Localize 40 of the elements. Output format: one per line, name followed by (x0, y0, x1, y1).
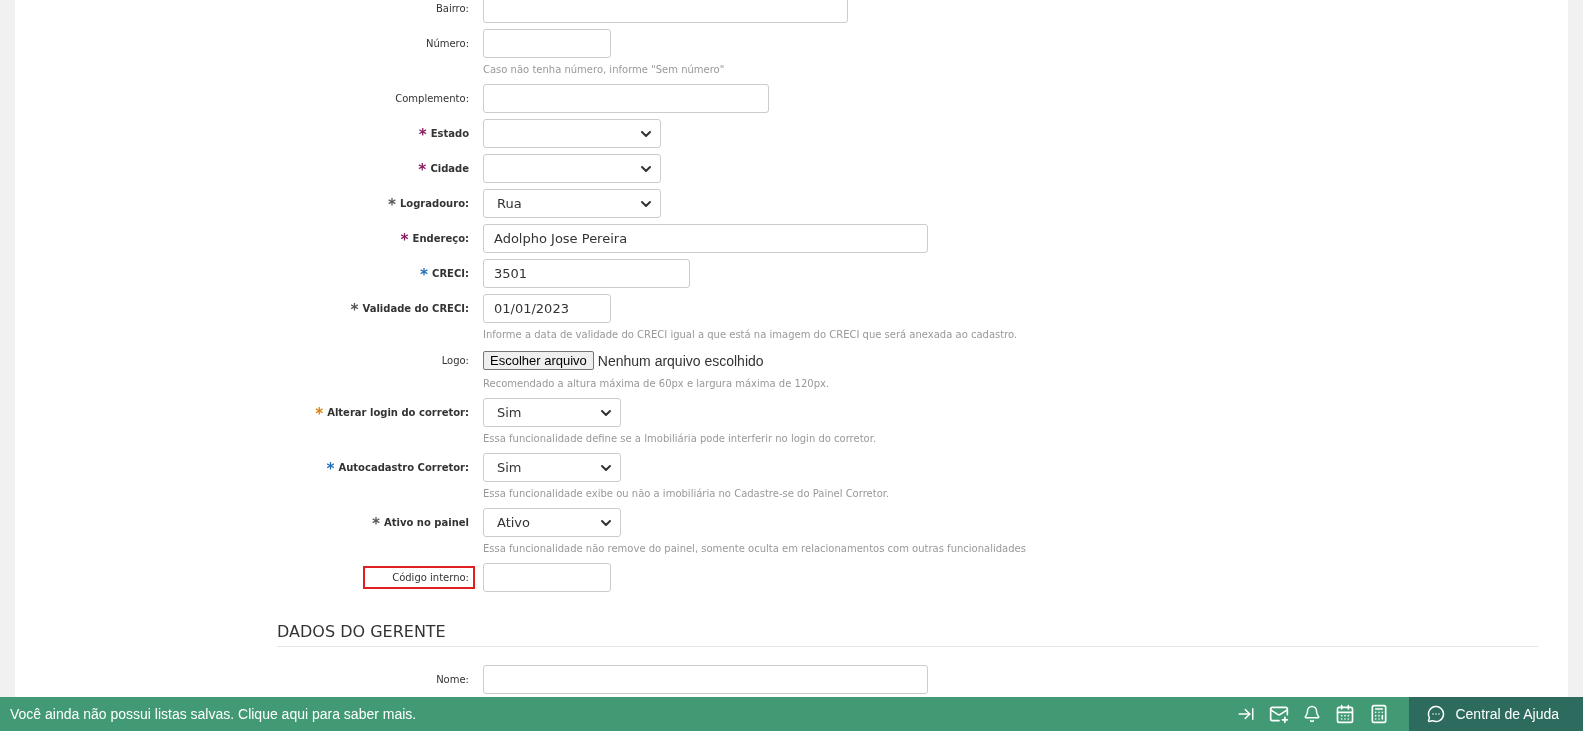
input-field[interactable] (483, 665, 928, 694)
select-field[interactable]: Sim (483, 398, 621, 427)
field-hint: Caso não tenha número, informe "Sem número" (483, 64, 726, 75)
chat-bubble-icon (1427, 705, 1446, 723)
field-hint: Essa funcionalidade define se a Imobiliária pode interferir no login do corretor. (483, 433, 878, 444)
field-label: Código interno: (363, 566, 475, 589)
field-label: Logo: (440, 354, 470, 368)
section-heading: DADOS DO GERENTE (277, 622, 1538, 647)
input-field[interactable]: 01/01/2023 (483, 294, 611, 323)
select-value: Ativo (497, 515, 531, 530)
select-field[interactable]: Sim (483, 453, 621, 482)
select-value: Sim (497, 460, 522, 475)
input-field[interactable] (483, 29, 611, 58)
input-field[interactable] (483, 84, 769, 113)
select-value: Sim (497, 405, 522, 420)
field-label: Nome: (435, 673, 470, 687)
file-status: Nenhum arquivo escolhido (597, 352, 764, 369)
bell-icon[interactable] (1303, 705, 1322, 723)
select-field[interactable] (483, 154, 661, 183)
input-field[interactable] (483, 563, 611, 592)
calculator-icon[interactable] (1369, 704, 1390, 724)
field-hint: Recomendado a altura máxima de 60px e largura máxima de 120px. (483, 378, 831, 389)
choose-file-button[interactable]: Escolher arquivo (483, 351, 594, 370)
field-hint: Essa funcionalidade não remove do painel, somente oculta em relacionamentos com outras funcionalidades (483, 543, 1027, 554)
calendar-icon[interactable] (1335, 704, 1356, 724)
mail-plus-icon[interactable] (1269, 704, 1290, 724)
arrow-to-line-icon[interactable] (1237, 705, 1256, 723)
help-center-button[interactable]: Central de Ajuda (1409, 697, 1583, 731)
select-value: Rua (497, 196, 522, 211)
select-field[interactable] (483, 119, 661, 148)
field-label: Bairro: (434, 2, 470, 16)
select-field[interactable]: Ativo (483, 508, 621, 537)
input-field[interactable] (483, 0, 848, 23)
select-field[interactable]: Rua (483, 189, 661, 218)
input-field[interactable]: 3501 (483, 259, 690, 288)
input-field[interactable]: Adolpho Jose Pereira (483, 224, 928, 253)
field-hint: Essa funcionalidade exibe ou não a imobiliária no Cadastre-se do Painel Corretor. (483, 488, 891, 499)
field-label: Complemento: (394, 92, 470, 106)
field-hint: Informe a data de validade do CRECI igual a que está na imagem do CRECI que será anexada ao cadastro. (483, 329, 1019, 340)
field-label: Número: (424, 37, 470, 51)
